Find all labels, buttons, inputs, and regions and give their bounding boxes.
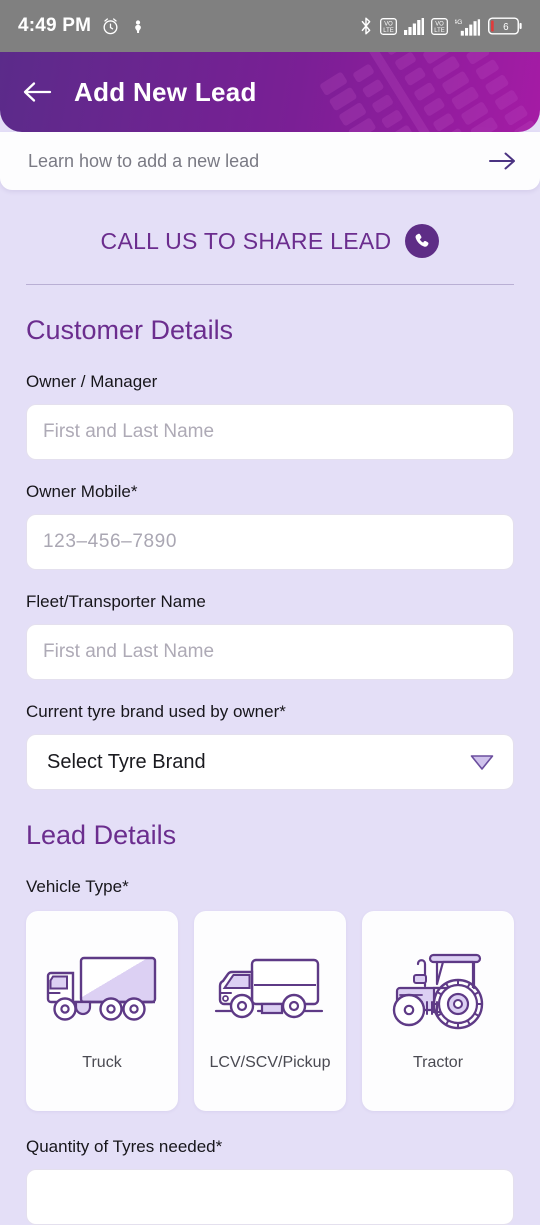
learn-how-label: Learn how to add a new lead <box>28 151 259 172</box>
vehicle-option-truck[interactable]: Truck <box>26 911 178 1111</box>
call-us-label: CALL US TO SHARE LEAD <box>101 228 392 255</box>
fleet-transporter-label: Fleet/Transporter Name <box>0 592 540 612</box>
app-bar: Add New Lead <box>0 52 540 132</box>
vehicle-option-truck-label: Truck <box>82 1054 121 1072</box>
arrow-right-icon[interactable] <box>488 150 516 172</box>
phone-icon[interactable] <box>405 224 439 258</box>
svg-text:VO: VO <box>435 21 444 27</box>
volte-icon: VO LTE <box>431 18 448 35</box>
vehicle-option-lcv[interactable]: LCV/SCV/Pickup <box>194 911 346 1111</box>
chevron-down-icon <box>469 752 495 772</box>
svg-text:LTE: LTE <box>434 27 444 33</box>
status-time: 4:49 PM <box>18 15 91 37</box>
tyre-brand-selected-value: Select Tyre Brand <box>47 751 206 774</box>
tractor-icon <box>382 941 494 1036</box>
status-bar-right: VO LTE VO LTE 4G <box>359 16 522 36</box>
quantity-tyres-label: Quantity of Tyres needed* <box>0 1137 540 1157</box>
vehicle-type-options: Truck <box>0 911 540 1111</box>
battery-level: 6 <box>503 22 509 33</box>
bluetooth-icon <box>359 16 373 36</box>
vehicle-option-lcv-label: LCV/SCV/Pickup <box>210 1054 331 1072</box>
page-title: Add New Lead <box>74 77 257 108</box>
vehicle-option-tractor[interactable]: Tractor <box>362 911 514 1111</box>
vibrate-icon <box>130 17 146 36</box>
alarm-icon <box>101 17 120 36</box>
svg-text:VO: VO <box>384 21 393 27</box>
lead-details-heading: Lead Details <box>0 820 540 851</box>
svg-text:LTE: LTE <box>383 27 393 33</box>
tyre-brand-label: Current tyre brand used by owner* <box>0 702 540 722</box>
learn-how-card[interactable]: Learn how to add a new lead <box>0 132 540 190</box>
fleet-transporter-input[interactable]: First and Last Name <box>26 624 514 680</box>
owner-manager-label: Owner / Manager <box>0 372 540 392</box>
volte-icon: VO LTE <box>380 18 397 35</box>
4g-signal-icon: 4G <box>455 17 481 36</box>
vehicle-option-tractor-label: Tractor <box>413 1054 463 1072</box>
back-button[interactable] <box>22 80 52 104</box>
battery-icon: 6 <box>488 17 522 35</box>
section-divider <box>26 284 514 285</box>
status-bar: 4:49 PM VO LTE <box>0 0 540 52</box>
call-us-banner[interactable]: CALL US TO SHARE LEAD <box>0 224 540 258</box>
tyre-brand-select[interactable]: Select Tyre Brand <box>26 734 514 790</box>
truck-icon <box>43 941 161 1036</box>
owner-manager-input[interactable]: First and Last Name <box>26 404 514 460</box>
owner-mobile-input[interactable]: 123–456–7890 <box>26 514 514 570</box>
svg-text:4G: 4G <box>455 19 462 26</box>
vehicle-type-label: Vehicle Type* <box>0 877 540 897</box>
customer-details-heading: Customer Details <box>0 315 540 346</box>
tire-tread-pattern <box>308 52 540 132</box>
status-bar-left: 4:49 PM <box>18 15 146 37</box>
owner-mobile-label: Owner Mobile* <box>0 482 540 502</box>
signal-icon <box>404 18 424 35</box>
quantity-tyres-input[interactable] <box>26 1169 514 1225</box>
pickup-truck-icon <box>214 941 326 1036</box>
arrow-left-icon <box>22 80 52 104</box>
